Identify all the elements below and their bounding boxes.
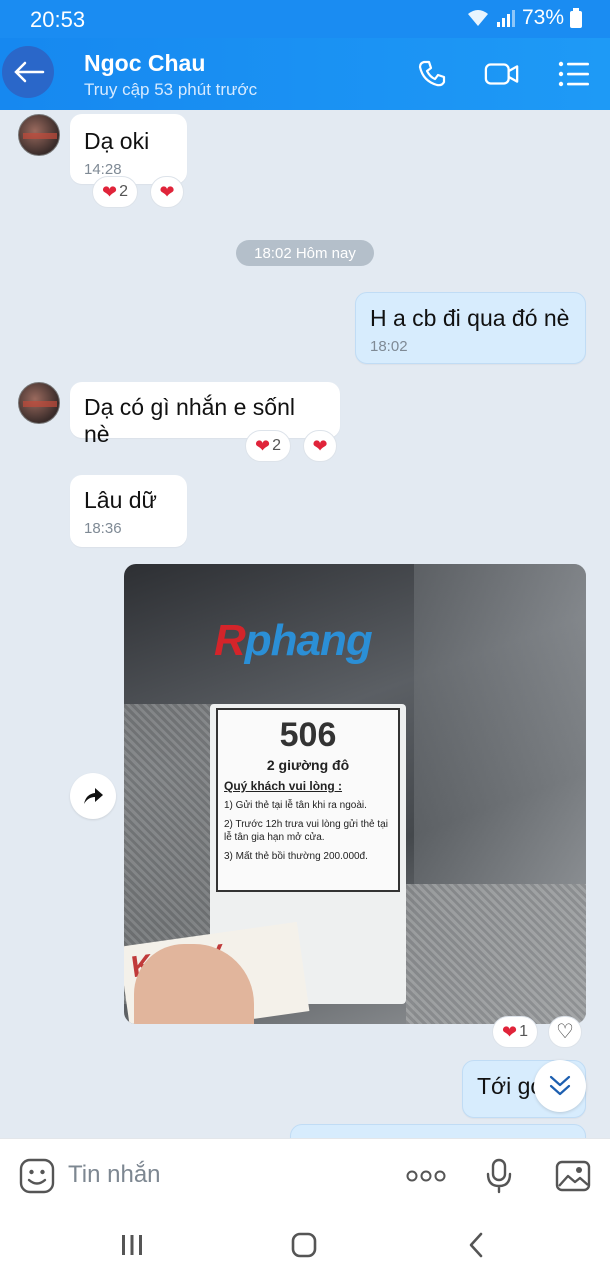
contact-avatar[interactable] (18, 382, 60, 424)
back-nav-button[interactable] (456, 1230, 496, 1260)
heart-icon: ❤ (102, 182, 118, 202)
message-text: Lâu dữ (84, 487, 157, 513)
reaction-count-badge[interactable]: ❤ 2 (245, 430, 291, 462)
message-bubble[interactable]: Dạ có gì nhắn e sốnl nè (70, 382, 340, 447)
heart-icon: ❤ (502, 1022, 518, 1042)
message-time: 18:36 (84, 520, 122, 537)
recent-apps-button[interactable] (112, 1230, 152, 1260)
wifi-icon (467, 10, 488, 26)
video-call-button[interactable] (484, 56, 520, 92)
home-icon (291, 1232, 317, 1258)
video-camera-icon (484, 63, 519, 85)
message-composer: Tin nhắn (0, 1138, 610, 1210)
system-nav-bar (0, 1210, 610, 1280)
room-beds: 2 giường đô (266, 757, 350, 773)
react-heart-button[interactable]: ❤ (303, 430, 337, 462)
battery-percent: 73% (521, 6, 564, 29)
reaction-count-badge[interactable]: ❤ 1 (492, 1016, 538, 1048)
photo-message[interactable]: Rphang 506 2 giường đô Quý khách vui lòn… (124, 564, 586, 1024)
share-arrow-icon (84, 788, 103, 804)
list-menu-icon (558, 61, 589, 87)
sticker-button[interactable] (18, 1157, 56, 1195)
photo-watermark: Rphang (214, 616, 373, 665)
contact-name[interactable]: Ngoc Chau (84, 50, 205, 77)
message-input[interactable]: Tin nhắn (68, 1161, 161, 1189)
contact-status: Truy cập 53 phút trước (84, 80, 258, 99)
status-time: 20:53 (30, 7, 86, 32)
back-arrow-icon (14, 61, 45, 83)
chat-header: Ngoc Chau Truy cập 53 phút trước (0, 38, 610, 110)
status-bar: 20:53 73% (0, 0, 610, 38)
card-line: 3) Mất thẻ bồi thường 200.000đ. (224, 851, 368, 862)
status-icons: 73% (466, 6, 582, 30)
message-time: 14:28 (84, 161, 122, 178)
react-heart-button[interactable]: ♡ (548, 1016, 582, 1048)
reaction-count: 2 (272, 437, 281, 454)
message-bubble[interactable]: Dạ oki 14:28 (70, 114, 187, 184)
message-text: Dạ oki (84, 128, 150, 154)
double-chevron-down-icon (549, 1075, 571, 1096)
room-number: 506 (279, 716, 337, 754)
contact-avatar[interactable] (18, 114, 60, 156)
home-button[interactable] (284, 1230, 324, 1260)
image-icon (555, 1160, 591, 1192)
battery-icon (570, 8, 582, 28)
more-options-button[interactable] (404, 1157, 448, 1195)
heart-icon: ❤ (255, 436, 271, 456)
message-text: H a cb đi qua đó nè (370, 305, 570, 331)
back-button[interactable] (2, 46, 54, 98)
message-bubble[interactable]: Lâu dữ 18:36 (70, 475, 187, 547)
voice-message-button[interactable] (480, 1157, 518, 1195)
microphone-icon (486, 1158, 512, 1194)
heart-icon: ❤ (159, 182, 175, 202)
voice-call-button[interactable] (414, 56, 450, 92)
signal-icon (496, 10, 515, 27)
message-time: 18:02 (370, 338, 408, 355)
my-message-bubble[interactable]: H a cb đi qua đó nè 18:02 (355, 292, 586, 364)
chat-options-button[interactable] (556, 56, 592, 92)
heart-outline-icon: ♡ (556, 1021, 574, 1043)
phone-icon (418, 60, 446, 87)
reaction-count: 1 (519, 1023, 528, 1040)
card-line: 1) Gửi thẻ tại lễ tân khi ra ngoài. (224, 800, 367, 811)
card-heading: Quý khách vui lòng : (224, 779, 343, 793)
date-separator: 18:02 Hôm nay (236, 240, 374, 266)
heart-icon: ❤ (312, 436, 328, 456)
reaction-count-badge[interactable]: ❤ 2 (92, 176, 138, 208)
more-dots-icon (406, 1170, 446, 1182)
card-line: 2) Trước 12h trưa vui lòng gửi thẻ tại l… (224, 819, 388, 843)
key-card-label: 506 2 giường đô Quý khách vui lòng : 1) … (216, 708, 400, 892)
forward-button[interactable] (70, 773, 116, 819)
reaction-count: 2 (119, 183, 128, 200)
recent-apps-icon (122, 1235, 142, 1255)
gallery-button[interactable] (554, 1157, 592, 1195)
photo-floor (406, 884, 586, 1024)
emoji-icon (19, 1158, 55, 1194)
react-heart-button[interactable]: ❤ (150, 176, 184, 208)
scroll-to-bottom-button[interactable] (534, 1060, 586, 1112)
chevron-left-icon (469, 1232, 483, 1258)
